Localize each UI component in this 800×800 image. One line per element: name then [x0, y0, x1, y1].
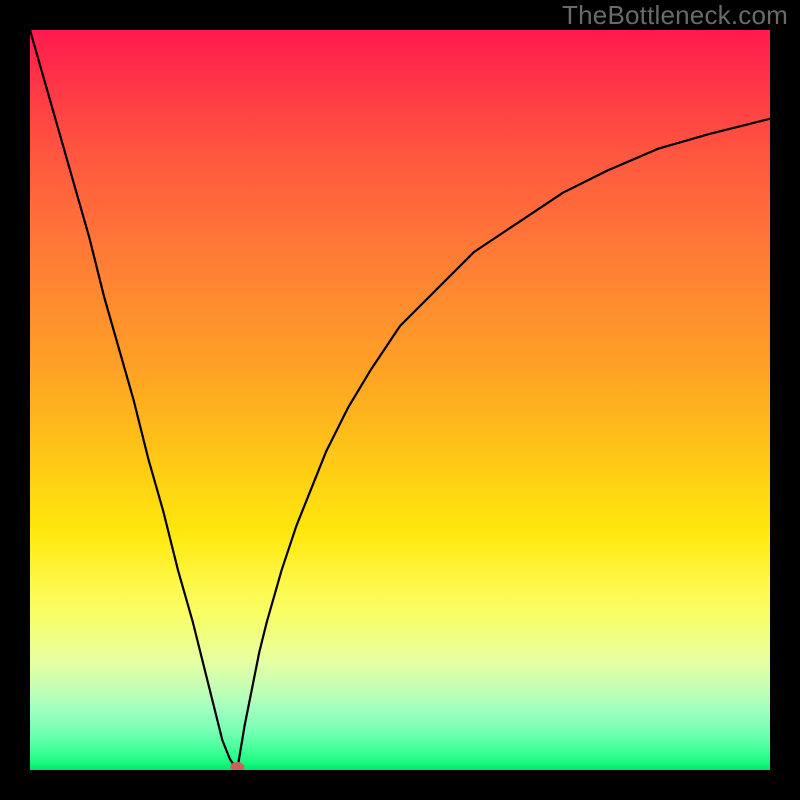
curve-right-branch — [237, 119, 770, 770]
curve-left-branch — [30, 30, 237, 770]
curve-svg — [30, 30, 770, 770]
chart-frame: TheBottleneck.com — [0, 0, 800, 800]
plot-area — [30, 30, 770, 770]
watermark-text: TheBottleneck.com — [562, 0, 788, 31]
